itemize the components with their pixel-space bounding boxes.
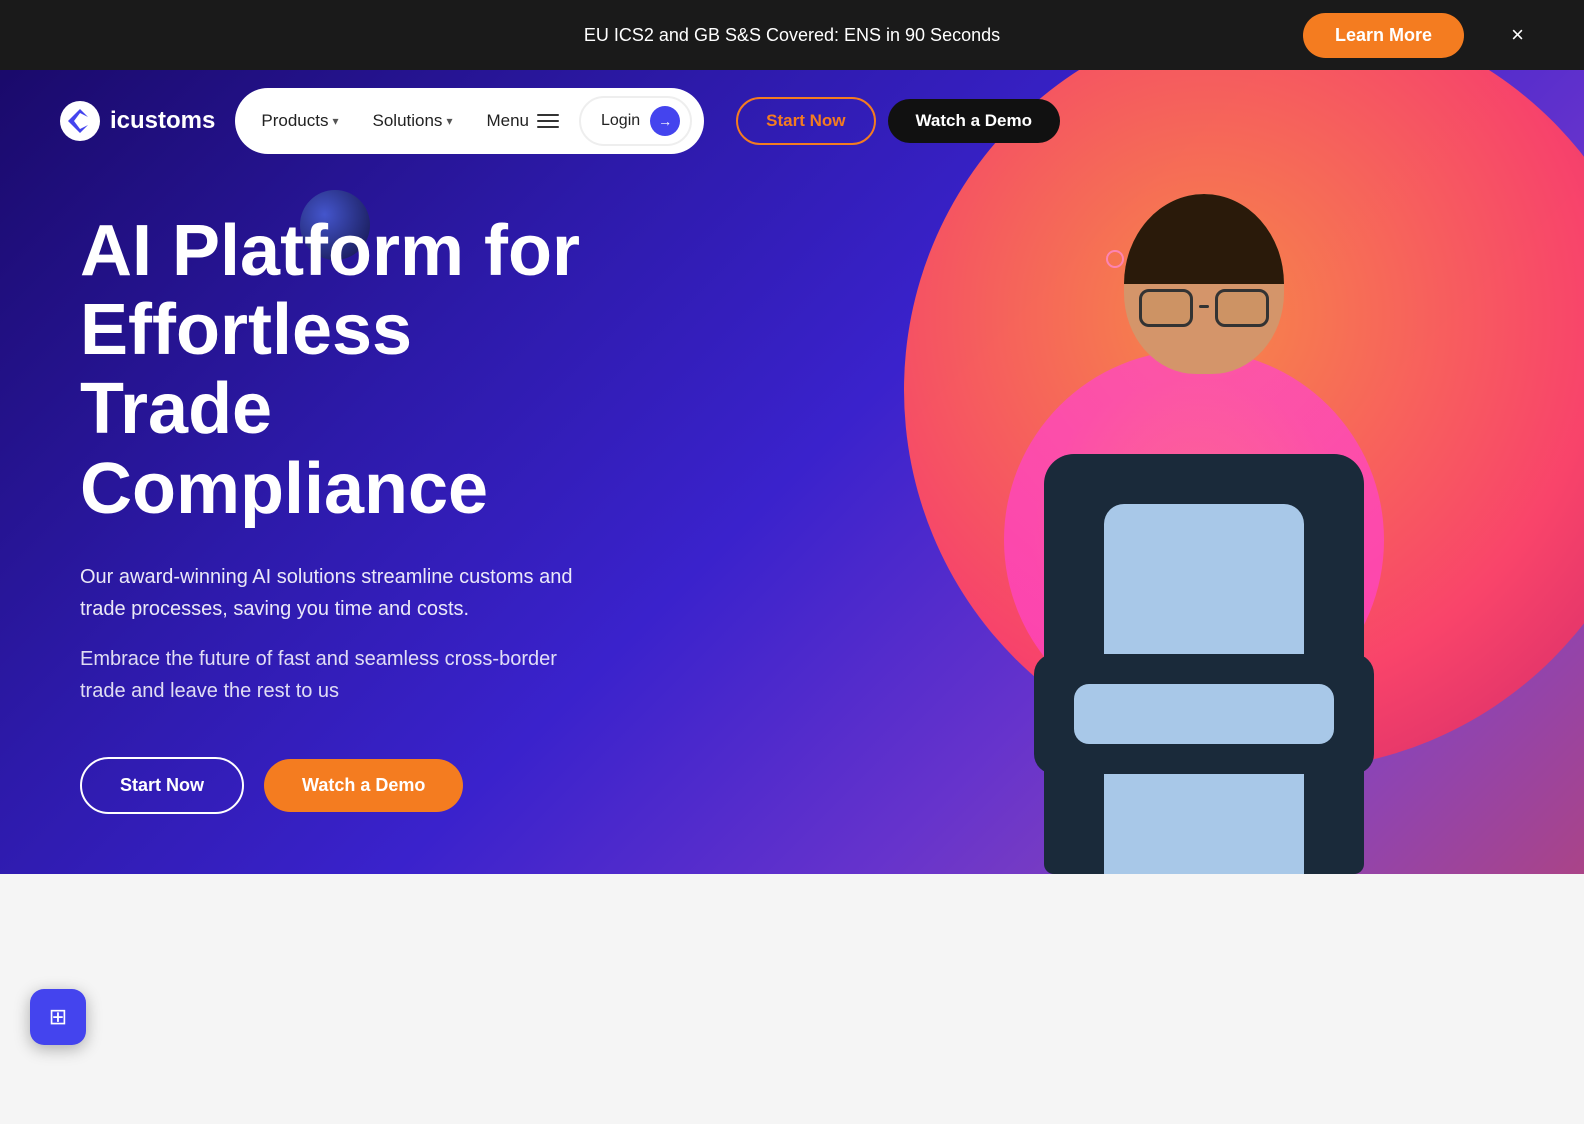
navigation: icustoms Products ▾ Solutions ▾ Menu [0, 70, 1584, 172]
person-figure [974, 194, 1434, 874]
nav-start-now-button[interactable]: Start Now [736, 97, 875, 145]
banner-text: EU ICS2 and GB S&S Covered: ENS in 90 Se… [584, 25, 1000, 46]
top-banner: EU ICS2 and GB S&S Covered: ENS in 90 Se… [0, 0, 1584, 70]
products-label: Products [261, 111, 328, 131]
login-arrow-icon: → [650, 106, 680, 136]
person-forearms [1074, 684, 1334, 744]
nav-pill: Products ▾ Solutions ▾ Menu Login → [235, 88, 704, 154]
person-arms [1034, 654, 1374, 774]
hero-buttons: Start Now Watch a Demo [80, 757, 600, 814]
person-glasses [1139, 289, 1269, 327]
solutions-chevron-icon: ▾ [446, 114, 452, 128]
hero-content: AI Platform for Effortless Trade Complia… [0, 172, 680, 874]
hero-watch-demo-button[interactable]: Watch a Demo [264, 759, 463, 812]
hero-title-line3: Compliance [80, 449, 488, 529]
chat-widget-button[interactable]: ⊞ [30, 989, 86, 1045]
hero-title-line2: Effortless Trade [80, 290, 412, 449]
person-head [1124, 194, 1284, 374]
chat-widget-icon: ⊞ [49, 1004, 67, 1030]
glass-left [1139, 289, 1193, 327]
hero-subtitle-1: Our award-winning AI solutions streamlin… [80, 561, 600, 625]
learn-more-button[interactable]: Learn More [1303, 13, 1464, 58]
logo[interactable]: icustoms [60, 101, 215, 141]
banner-close-button[interactable]: × [1511, 22, 1524, 48]
glass-bridge [1199, 305, 1209, 308]
hamburger-icon [537, 114, 559, 128]
hero-title: AI Platform for Effortless Trade Complia… [80, 212, 600, 529]
solutions-button[interactable]: Solutions ▾ [359, 105, 467, 137]
hero-subtitle-2: Embrace the future of fast and seamless … [80, 643, 600, 707]
menu-button[interactable]: Menu [472, 105, 573, 137]
solutions-label: Solutions [373, 111, 443, 131]
person-hair [1124, 194, 1284, 284]
logo-icon [60, 101, 100, 141]
person-body [1044, 454, 1364, 874]
hero-start-now-button[interactable]: Start Now [80, 757, 244, 814]
below-section [0, 874, 1584, 1124]
products-chevron-icon: ▾ [332, 114, 338, 128]
menu-label: Menu [486, 111, 529, 131]
login-label: Login [601, 112, 640, 130]
hero-title-line1: AI Platform for [80, 211, 580, 291]
logo-text: icustoms [110, 107, 215, 135]
nav-watch-demo-button[interactable]: Watch a Demo [888, 99, 1061, 143]
glass-right [1215, 289, 1269, 327]
products-button[interactable]: Products ▾ [247, 105, 352, 137]
hero-person-image [944, 154, 1464, 874]
hero-section: icustoms Products ▾ Solutions ▾ Menu [0, 70, 1584, 874]
login-button[interactable]: Login → [579, 96, 692, 146]
